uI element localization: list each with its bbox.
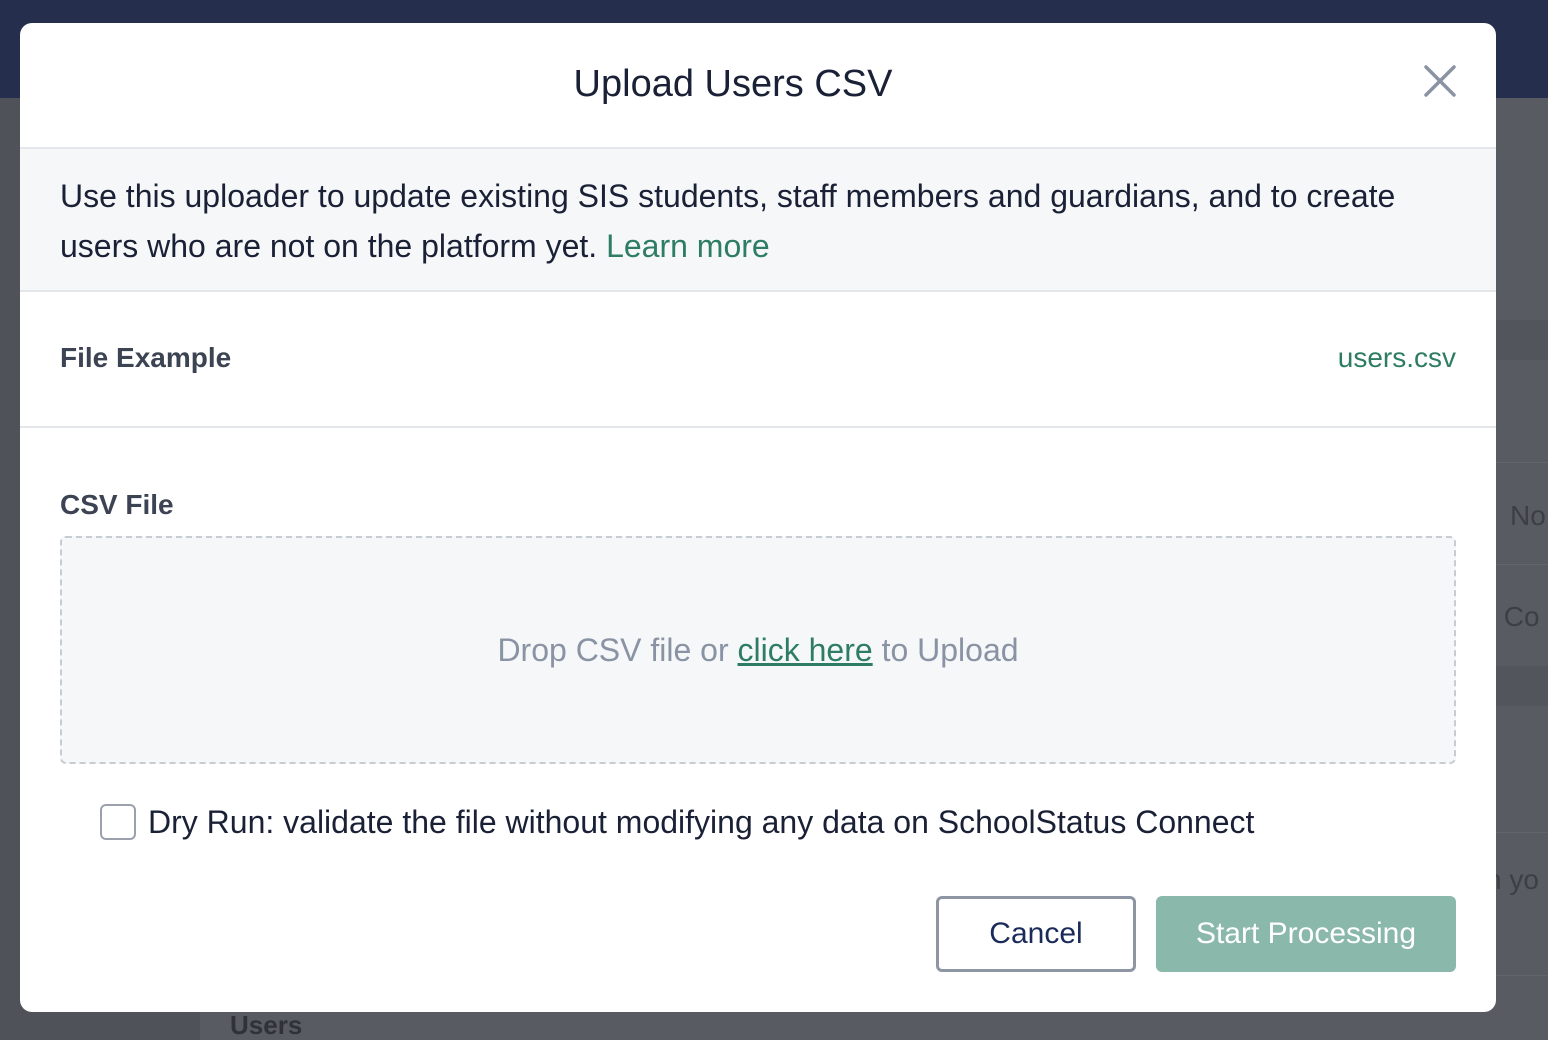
info-section: Use this uploader to update existing SIS… xyxy=(20,149,1496,292)
dry-run-label[interactable]: Dry Run: validate the file without modif… xyxy=(148,804,1254,841)
background-row-divider xyxy=(1496,564,1548,565)
background-section-title: Users xyxy=(230,1010,303,1040)
dry-run-checkbox[interactable] xyxy=(100,804,136,840)
dropzone-suffix: to Upload xyxy=(881,632,1019,668)
background-row-divider xyxy=(1496,832,1548,833)
modal-header: Upload Users CSV xyxy=(20,23,1496,149)
background-band xyxy=(1496,666,1548,706)
dropzone-prefix: Drop CSV file or xyxy=(497,632,729,668)
example-file-link[interactable]: users.csv xyxy=(1338,342,1456,374)
background-row-divider xyxy=(1496,975,1548,976)
background-row-divider xyxy=(1496,462,1548,463)
csv-dropzone[interactable]: Drop CSV file or click here to Upload xyxy=(60,536,1456,764)
background-band xyxy=(1496,320,1548,360)
dry-run-option: Dry Run: validate the file without modif… xyxy=(100,803,1254,841)
background-text-fragment: No xyxy=(1510,500,1546,531)
modal-title: Upload Users CSV xyxy=(573,63,893,105)
start-processing-button[interactable]: Start Processing xyxy=(1156,896,1456,972)
click-here-link[interactable]: click here xyxy=(738,632,873,668)
upload-users-modal: Upload Users CSV Use this uploader to up… xyxy=(20,23,1496,1012)
cancel-button[interactable]: Cancel xyxy=(936,896,1136,972)
close-button[interactable] xyxy=(1418,59,1462,103)
file-example-label: File Example xyxy=(60,342,232,373)
learn-more-link[interactable]: Learn more xyxy=(606,228,770,264)
dropzone-text: Drop CSV file or click here to Upload xyxy=(62,632,1454,669)
close-icon xyxy=(1424,65,1456,97)
file-example-row: File Example users.csv xyxy=(20,292,1496,428)
csv-file-label: CSV File xyxy=(60,489,174,520)
info-text: Use this uploader to update existing SIS… xyxy=(60,171,1440,271)
